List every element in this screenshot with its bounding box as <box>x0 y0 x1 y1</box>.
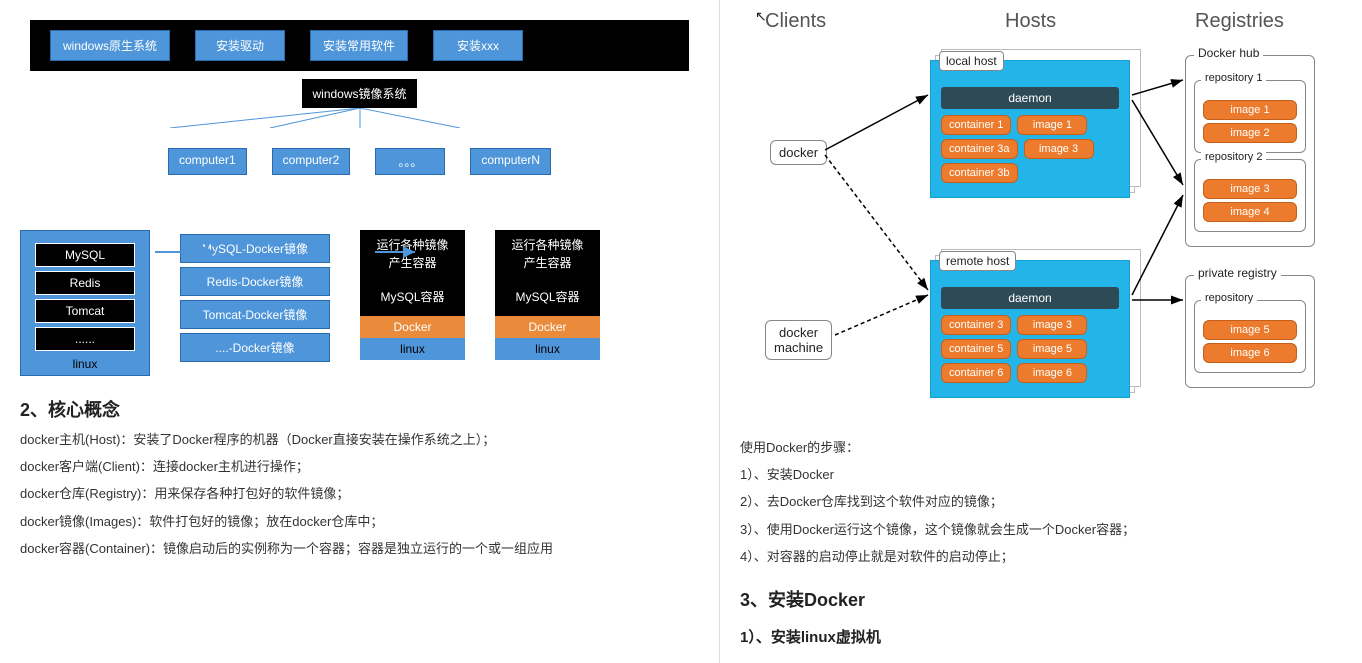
remote-container-3: container 3 <box>941 315 1011 335</box>
image-mysql: MySQL-Docker镜像 <box>180 234 330 263</box>
remote-host-label: remote host <box>939 251 1016 271</box>
concept-client: docker客户端(Client)：连接docker主机进行操作； <box>20 458 699 476</box>
header-registries: Registries <box>1195 10 1284 33</box>
repo-1-label: repository 1 <box>1201 72 1266 84</box>
local-container-3a: container 3a <box>941 139 1018 159</box>
hub-image-2: image 2 <box>1203 123 1297 143</box>
app-redis: Redis <box>35 271 135 295</box>
local-image-1: image 1 <box>1017 115 1087 135</box>
fanout-lines-icon <box>60 108 660 128</box>
local-host-label: local host <box>939 51 1004 71</box>
subheading-install-linux-vm: 1）、安装linux虚拟机 <box>740 626 1342 647</box>
hub-image-4: image 4 <box>1203 202 1297 222</box>
linux-host-stack: MySQL Redis Tomcat ...... linux <box>20 230 150 376</box>
app-tomcat: Tomcat <box>35 299 135 323</box>
step-4: 4）、对容器的启动停止就是对软件的启动停止； <box>740 548 1342 566</box>
local-container-3b: container 3b <box>941 163 1018 183</box>
concept-registry: docker仓库(Registry)：用来保存各种打包好的软件镜像； <box>20 485 699 503</box>
box-ellipsis: 。。。 <box>375 148 445 175</box>
windows-topbar: windows原生系统 安装驱动 安装常用软件 安装xxx <box>30 20 689 71</box>
header-clients: Clients <box>765 10 826 33</box>
run-stack-2: 运行各种镜像 产生容器 MySQL容器 Docker linux <box>495 230 600 360</box>
repo-2-label: repository 2 <box>1201 151 1266 163</box>
run-container-1: MySQL容器 <box>360 278 465 316</box>
run-top-2: 运行各种镜像 产生容器 <box>495 230 600 278</box>
repo-1: repository 1 image 1 image 2 <box>1194 80 1306 153</box>
run-os-2: linux <box>495 338 600 360</box>
docker-hub-box: Docker hub repository 1 image 1 image 2 … <box>1185 55 1315 247</box>
hub-image-1: image 1 <box>1203 100 1297 120</box>
remote-container-6: container 6 <box>941 363 1011 383</box>
box-computer2: computer2 <box>272 148 351 175</box>
private-registry-label: private registry <box>1194 266 1281 280</box>
remote-daemon: daemon <box>941 287 1119 309</box>
docker-stack-diagram: MySQL Redis Tomcat ...... linux MySQL-Do… <box>20 230 699 376</box>
box-computer1: computer1 <box>168 148 247 175</box>
remote-image-5: image 5 <box>1017 339 1087 359</box>
docker-images-list: MySQL-Docker镜像 Redis-Docker镜像 Tomcat-Doc… <box>180 230 330 366</box>
hub-image-3: image 3 <box>1203 179 1297 199</box>
run-docker-2: Docker <box>495 316 600 338</box>
run-docker-1: Docker <box>360 316 465 338</box>
box-windows-mirror: windows镜像系统 <box>302 79 416 108</box>
app-ellipsis: ...... <box>35 327 135 351</box>
image-ellipsis: ....-Docker镜像 <box>180 333 330 362</box>
header-hosts: Hosts <box>1005 10 1056 33</box>
image-tomcat: Tomcat-Docker镜像 <box>180 300 330 329</box>
priv-image-6: image 6 <box>1203 343 1297 363</box>
remote-container-5: container 5 <box>941 339 1011 359</box>
step-2: 2）、去Docker仓库找到这个软件对应的镜像； <box>740 493 1342 511</box>
box-install-driver: 安装驱动 <box>195 30 285 61</box>
docker-architecture-diagram: ↖ Clients Hosts Registries docker docker… <box>740 10 1342 430</box>
windows-mirror-diagram: windows原生系统 安装驱动 安装常用软件 安装xxx windows镜像系… <box>20 20 699 175</box>
local-host-box: local host daemon container 1image 1 con… <box>930 60 1130 198</box>
concept-images: docker镜像(Images)：软件打包好的镜像；放在docker仓库中； <box>20 513 699 531</box>
private-registry-box: private registry repository image 5 imag… <box>1185 275 1315 388</box>
local-container-1: container 1 <box>941 115 1011 135</box>
app-mysql: MySQL <box>35 243 135 267</box>
remote-image-3: image 3 <box>1017 315 1087 335</box>
step-3: 3）、使用Docker运行这个镜像，这个镜像就会生成一个Docker容器； <box>740 521 1342 539</box>
remote-image-6: image 6 <box>1017 363 1087 383</box>
concept-host: docker主机(Host)：安装了Docker程序的机器（Docker直接安装… <box>20 431 699 449</box>
private-repo: repository image 5 image 6 <box>1194 300 1306 373</box>
run-os-1: linux <box>360 338 465 360</box>
box-windows-native: windows原生系统 <box>50 30 170 61</box>
docker-hub-label: Docker hub <box>1194 46 1263 60</box>
step-1: 1）、安装Docker <box>740 466 1342 484</box>
box-install-xxx: 安装xxx <box>433 30 523 61</box>
remote-host-box: remote host daemon container 3image 3 co… <box>930 260 1130 398</box>
box-computerN: computerN <box>470 148 551 175</box>
run-top-1: 运行各种镜像 产生容器 <box>360 230 465 278</box>
steps-intro: 使用Docker的步骤： <box>740 439 1342 457</box>
repo-2: repository 2 image 3 image 4 <box>1194 159 1306 232</box>
client-docker-machine: docker machine <box>765 320 832 360</box>
local-daemon: daemon <box>941 87 1119 109</box>
heading-core-concepts: 2、核心概念 <box>20 396 699 422</box>
concept-container: docker容器(Container)：镜像启动后的实例称为一个容器；容器是独立… <box>20 540 699 558</box>
host-os-label: linux <box>35 357 135 371</box>
client-docker: docker <box>770 140 827 165</box>
heading-install-docker: 3、安装Docker <box>740 586 1342 612</box>
run-stack-1: 运行各种镜像 产生容器 MySQL容器 Docker linux <box>360 230 465 360</box>
image-redis: Redis-Docker镜像 <box>180 267 330 296</box>
run-container-2: MySQL容器 <box>495 278 600 316</box>
private-repo-label: repository <box>1201 292 1257 304</box>
priv-image-5: image 5 <box>1203 320 1297 340</box>
local-image-3: image 3 <box>1024 139 1094 159</box>
box-install-software: 安装常用软件 <box>310 30 408 61</box>
